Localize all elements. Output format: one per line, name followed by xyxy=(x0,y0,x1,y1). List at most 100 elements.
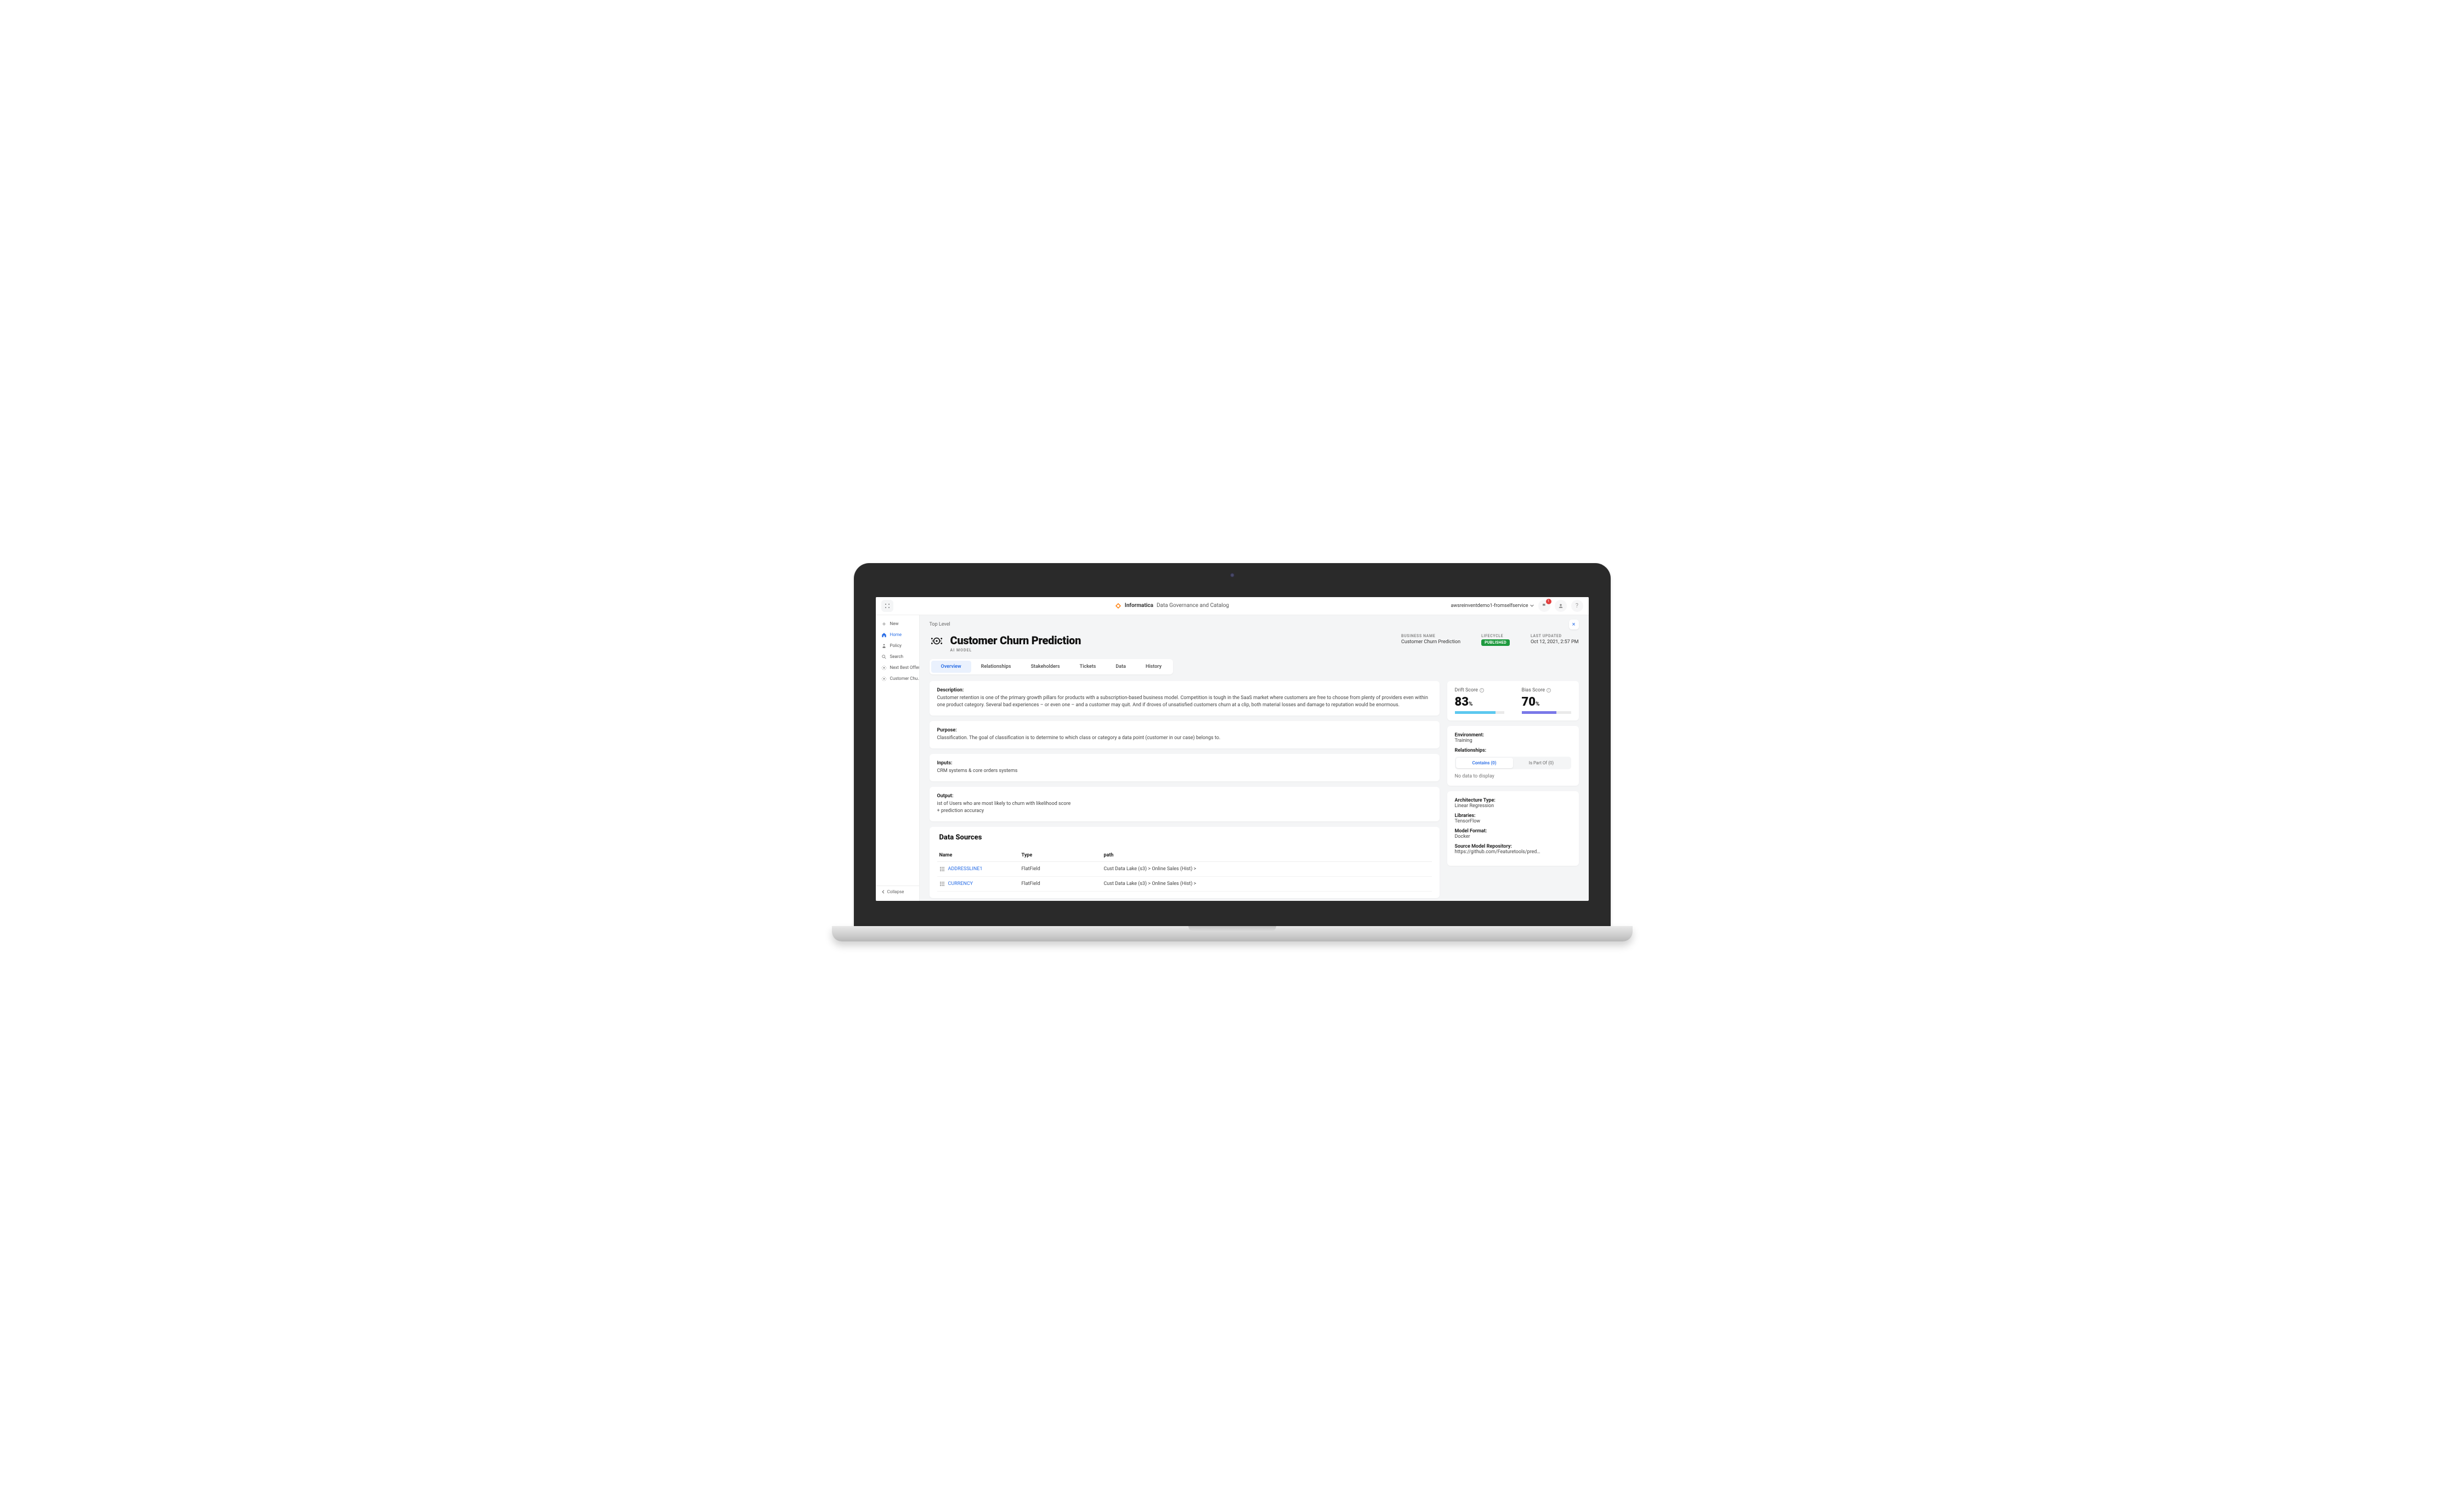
lifecycle-badge: PUBLISHED xyxy=(1481,639,1510,646)
tab-relationships[interactable]: Relationships xyxy=(971,661,1021,673)
sidebar: New Home Policy xyxy=(876,615,920,901)
sidebar-item-new[interactable]: New xyxy=(876,618,919,629)
search-icon xyxy=(881,654,887,660)
laptop-notch xyxy=(1188,926,1276,932)
sidebar-item-search[interactable]: Search xyxy=(876,651,919,662)
output-card: Output: ist of Users who are most likely… xyxy=(930,787,1440,821)
drag-handle-icon[interactable] xyxy=(939,866,945,872)
rel-tab-contains[interactable]: Contains (0) xyxy=(1456,758,1513,768)
score-label: Bias Score i xyxy=(1522,688,1571,693)
header-meta: BUSINESS NAME Customer Churn Prediction … xyxy=(1401,634,1579,646)
title-block: Customer Churn Prediction AI MODEL xyxy=(950,634,1395,652)
flag-icon xyxy=(1542,603,1547,609)
tab-stakeholders[interactable]: Stakeholders xyxy=(1021,661,1070,673)
score-bar xyxy=(1522,711,1571,714)
relationships-label: Relationships: xyxy=(1455,748,1571,753)
account-name: awsreinventdemo1-fromselfservice xyxy=(1451,603,1528,609)
breadcrumb[interactable]: Top Level xyxy=(930,622,950,627)
ai-model-icon xyxy=(930,634,944,648)
kv-label: Architecture Type: xyxy=(1455,798,1571,803)
close-panel-button[interactable]: × xyxy=(1569,620,1579,629)
informatica-logo-icon xyxy=(1115,603,1121,609)
inputs-card: Inputs: CRM systems & core orders system… xyxy=(930,754,1440,781)
bias-score: Bias Score i 70% xyxy=(1522,688,1571,714)
kv-label: Environment: xyxy=(1455,733,1571,738)
top-bar: Informatica Data Governance and Catalog … xyxy=(876,597,1589,615)
brand-name: Informatica xyxy=(1125,603,1153,609)
score-value: 70% xyxy=(1522,695,1571,709)
gear-icon xyxy=(881,676,887,682)
laptop-lid: Informatica Data Governance and Catalog … xyxy=(854,563,1611,926)
tab-tickets[interactable]: Tickets xyxy=(1070,661,1106,673)
account-dropdown[interactable]: awsreinventdemo1-fromselfservice xyxy=(1451,603,1533,609)
collapse-label: Collapse xyxy=(887,889,904,894)
data-sources-header: Name Type path xyxy=(937,849,1432,862)
app-menu-button[interactable] xyxy=(881,600,893,612)
scores-card: Drift Score i 83% B xyxy=(1447,681,1579,720)
tab-history[interactable]: History xyxy=(1136,661,1171,673)
content-columns: Description: Customer retention is one o… xyxy=(930,681,1579,898)
collapse-sidebar-button[interactable]: Collapse xyxy=(876,886,919,898)
sidebar-item-next-best-offer[interactable]: Next Best Offer xyxy=(876,662,919,673)
sidebar-item-label: Search xyxy=(890,654,904,659)
info-icon[interactable]: i xyxy=(1547,688,1551,693)
drag-handle-icon[interactable] xyxy=(939,881,945,887)
notifications-button[interactable]: 1 xyxy=(1538,600,1550,612)
meta-label: LIFECYCLE xyxy=(1481,634,1510,638)
app-window: Informatica Data Governance and Catalog … xyxy=(876,597,1589,901)
col-name[interactable]: Name xyxy=(939,853,1022,858)
sidebar-item-policy[interactable]: Policy xyxy=(876,640,919,651)
card-label: Purpose: xyxy=(937,728,1432,733)
card-label: Output: xyxy=(937,793,1432,799)
data-sources-card: Data Sources Name Type path xyxy=(930,827,1440,898)
kv-label: Libraries: xyxy=(1455,813,1571,819)
breadcrumb-row: Top Level × xyxy=(930,620,1579,629)
row-name-link[interactable]: CURRENCY xyxy=(948,881,973,887)
meta-last-updated: LAST UPDATED Oct 12, 2021, 2:57 PM xyxy=(1531,634,1579,646)
brand-center: Informatica Data Governance and Catalog xyxy=(893,603,1451,609)
nav-list: New Home Policy xyxy=(876,618,919,684)
row-type: FlatField xyxy=(1022,881,1104,887)
tab-data[interactable]: Data xyxy=(1106,661,1136,673)
row-name-link[interactable]: ADDRESSLINE1 xyxy=(948,866,983,872)
score-label: Drift Score i xyxy=(1455,688,1504,693)
tab-overview[interactable]: Overview xyxy=(931,661,971,673)
card-label: Inputs: xyxy=(937,760,1432,766)
sidebar-item-label: Customer Chu… xyxy=(890,676,919,681)
score-bar xyxy=(1455,711,1504,714)
laptop-mockup: Informatica Data Governance and Catalog … xyxy=(854,563,1611,941)
page-header: Customer Churn Prediction AI MODEL BUSIN… xyxy=(930,634,1579,652)
top-right: awsreinventdemo1-fromselfservice 1 ? xyxy=(1451,600,1583,612)
rel-tab-ispartof[interactable]: Is Part Of (0) xyxy=(1513,758,1570,768)
kv-value: Linear Regression xyxy=(1455,803,1571,809)
main-content: Top Level × xyxy=(920,615,1589,901)
col-path[interactable]: path xyxy=(1104,853,1430,858)
card-text: Classification. The goal of classificati… xyxy=(937,735,1432,742)
page-title: Customer Churn Prediction xyxy=(950,634,1395,647)
row-path: Cust Data Lake (s3) > Online Sales (Hist… xyxy=(1104,866,1430,872)
col-type[interactable]: Type xyxy=(1022,853,1104,858)
help-button[interactable]: ? xyxy=(1571,600,1583,612)
kv-value: TensorFlow xyxy=(1455,819,1571,824)
sidebar-item-customer-churn[interactable]: Customer Chu… xyxy=(876,673,919,684)
info-icon[interactable]: i xyxy=(1480,688,1484,693)
left-column: Description: Customer retention is one o… xyxy=(930,681,1440,898)
notification-badge: 1 xyxy=(1546,599,1551,604)
home-icon xyxy=(881,632,887,638)
sidebar-item-home[interactable]: Home xyxy=(876,629,919,640)
table-row[interactable]: ADDRESSLINE1 FlatField Cust Data Lake (s… xyxy=(937,862,1432,877)
sidebar-item-label: Home xyxy=(890,632,902,637)
kv-value: Docker xyxy=(1455,834,1571,839)
relationship-tabs: Contains (0) Is Part Of (0) xyxy=(1455,757,1571,769)
score-bar-fill xyxy=(1522,711,1556,714)
detail-tabs: Overview Relationships Stakeholders Tick… xyxy=(930,659,1174,674)
card-text: CRM systems & core orders systems xyxy=(937,768,1432,775)
user-icon xyxy=(1558,603,1564,609)
purpose-card: Purpose: Classification. The goal of cla… xyxy=(930,721,1440,748)
score-value: 83% xyxy=(1455,695,1504,709)
meta-value: Oct 12, 2021, 2:57 PM xyxy=(1531,639,1579,645)
table-row[interactable]: CURRENCY FlatField Cust Data Lake (s3) >… xyxy=(937,877,1432,892)
profile-button[interactable] xyxy=(1555,600,1567,612)
meta-lifecycle: LIFECYCLE PUBLISHED xyxy=(1481,634,1510,646)
row-type: FlatField xyxy=(1022,866,1104,872)
